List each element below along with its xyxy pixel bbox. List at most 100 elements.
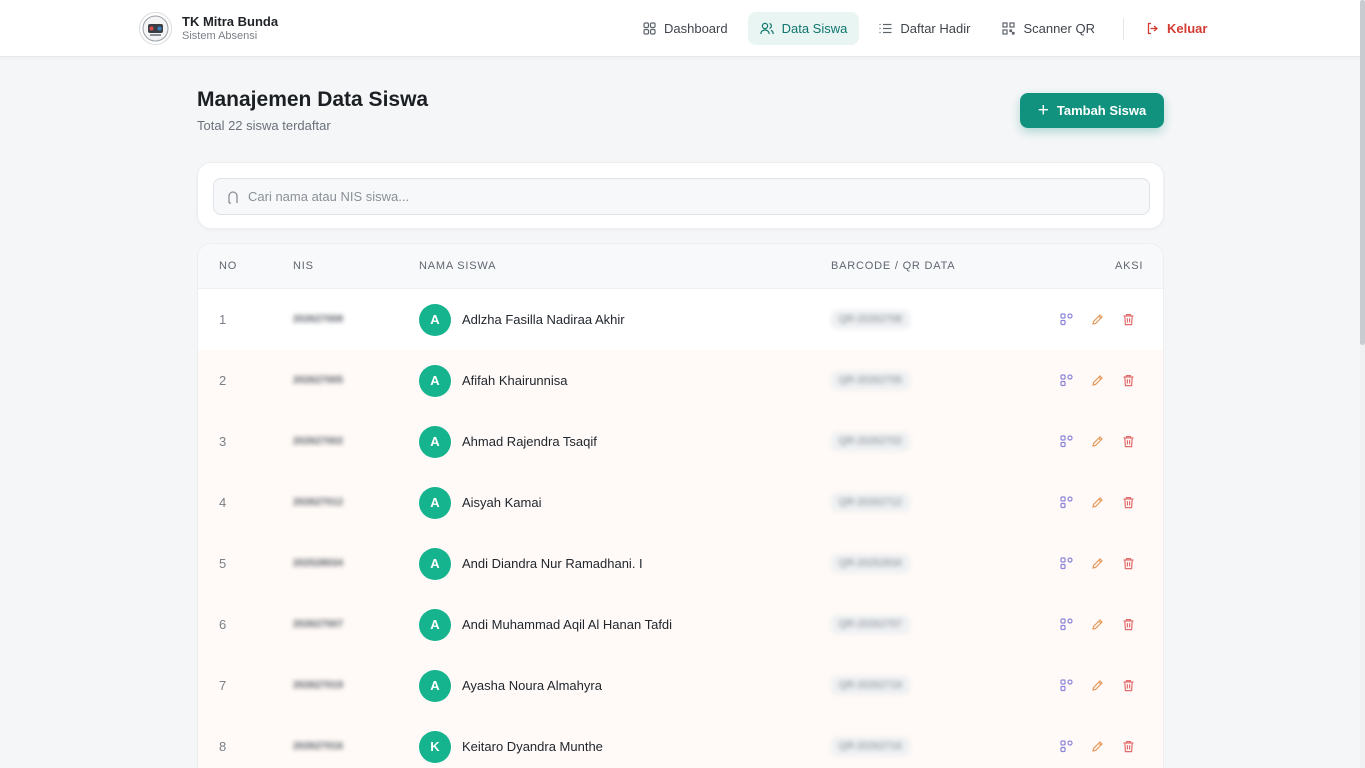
table-row[interactable]: 6 202627007 A Andi Muhammad Aqil Al Hanan T… bbox=[198, 594, 1163, 655]
table-header: NO NIS NAMA SISWA BARCODE / QR DATA AKSI bbox=[198, 244, 1163, 289]
nav-scanner-qr[interactable]: Scanner QR bbox=[990, 12, 1107, 45]
row-actions bbox=[1058, 472, 1151, 533]
qr-data-badge: QR-20262716 bbox=[831, 737, 910, 756]
brand[interactable]: TK Mitra Bunda Sistem Absensi bbox=[139, 12, 278, 45]
view-qr-button[interactable] bbox=[1058, 312, 1074, 328]
plus-icon: + bbox=[1037, 100, 1049, 121]
row-student: K Keitaro Dyandra Munthe bbox=[419, 716, 603, 768]
row-number: 3 bbox=[219, 434, 227, 449]
table-row[interactable]: 4 202627012 A Aisyah Kamai QR-20262712 bbox=[198, 472, 1163, 533]
delete-button[interactable] bbox=[1120, 312, 1136, 328]
search-box[interactable] bbox=[213, 178, 1150, 215]
view-qr-button[interactable] bbox=[1058, 739, 1074, 755]
edit-button[interactable] bbox=[1089, 678, 1105, 694]
qr-code-icon bbox=[1059, 313, 1073, 326]
nav-data-siswa-label: Data Siswa bbox=[781, 21, 848, 36]
view-qr-button[interactable] bbox=[1058, 434, 1074, 450]
table-body: 1 202627008 A Adlzha Fasilla Nadiraa Akhir Q… bbox=[198, 289, 1163, 768]
main-nav: Dashboard Data Siswa Daftar Hadir Scanne… bbox=[631, 12, 1227, 45]
qr-code-icon bbox=[1059, 740, 1073, 753]
avatar: A bbox=[419, 486, 451, 519]
trash-icon bbox=[1123, 680, 1133, 692]
table-row[interactable]: 1 202627008 A Adlzha Fasilla Nadiraa Akhir Q… bbox=[198, 289, 1163, 350]
delete-button[interactable] bbox=[1120, 556, 1136, 572]
row-number: 4 bbox=[219, 495, 227, 510]
search-input[interactable] bbox=[248, 189, 1108, 204]
row-actions bbox=[1058, 716, 1151, 768]
pencil-icon bbox=[1091, 314, 1103, 325]
logout-button[interactable]: Keluar bbox=[1134, 12, 1219, 45]
scrollbar-thumb[interactable] bbox=[1360, 0, 1365, 345]
qr-data-badge: QR-20262705 bbox=[831, 371, 910, 390]
row-number: 7 bbox=[219, 678, 227, 693]
row-nis: 202627002 bbox=[293, 436, 344, 447]
row-nis: 202627008 bbox=[293, 314, 344, 325]
col-no: NO bbox=[219, 260, 238, 272]
table-row[interactable]: 3 202627002 A Ahmad Rajendra Tsaqif QR-20262… bbox=[198, 411, 1163, 472]
row-student: A Ahmad Rajendra Tsaqif bbox=[419, 411, 597, 472]
view-qr-button[interactable] bbox=[1058, 617, 1074, 633]
edit-button[interactable] bbox=[1089, 617, 1105, 633]
pencil-icon bbox=[1091, 619, 1103, 630]
view-qr-button[interactable] bbox=[1058, 495, 1074, 511]
search-icon bbox=[228, 190, 238, 204]
page-scrollbar[interactable] bbox=[1360, 0, 1365, 768]
nav-dashboard[interactable]: Dashboard bbox=[631, 12, 740, 45]
qr-data-badge: QR-20262707 bbox=[831, 615, 910, 634]
row-actions bbox=[1058, 289, 1151, 350]
row-actions bbox=[1058, 655, 1151, 716]
row-student: A Ayasha Noura Almahyra bbox=[419, 655, 602, 716]
logout-label: Keluar bbox=[1166, 21, 1208, 36]
row-student: A Aisyah Kamai bbox=[419, 472, 541, 533]
delete-button[interactable] bbox=[1120, 373, 1136, 389]
nav-daftar-hadir-label: Daftar Hadir bbox=[900, 21, 971, 36]
avatar: A bbox=[419, 547, 451, 580]
table-row[interactable]: 8 202627016 K Keitaro Dyandra Munthe QR-2026… bbox=[198, 716, 1163, 768]
row-number: 5 bbox=[219, 556, 227, 571]
trash-icon bbox=[1123, 314, 1133, 326]
delete-button[interactable] bbox=[1120, 678, 1136, 694]
pencil-icon bbox=[1091, 558, 1103, 569]
nav-data-siswa[interactable]: Data Siswa bbox=[747, 12, 860, 45]
trash-icon bbox=[1123, 436, 1133, 448]
row-nis: 202627019 bbox=[293, 680, 344, 691]
qr-data-badge: QR-20262719 bbox=[831, 676, 910, 695]
trash-icon bbox=[1123, 497, 1133, 509]
users-icon bbox=[759, 22, 774, 35]
view-qr-button[interactable] bbox=[1058, 373, 1074, 389]
qr-data-badge: QR-20262712 bbox=[831, 493, 910, 512]
delete-button[interactable] bbox=[1120, 495, 1136, 511]
student-name: Aisyah Kamai bbox=[462, 495, 542, 510]
avatar: K bbox=[419, 730, 451, 763]
view-qr-button[interactable] bbox=[1058, 678, 1074, 694]
avatar: A bbox=[419, 425, 451, 458]
add-student-button[interactable]: + Tambah Siswa bbox=[1020, 93, 1164, 128]
row-student: A Andi Muhammad Aqil Al Hanan Tafdi bbox=[419, 594, 672, 655]
table-row[interactable]: 2 202627005 A Afifah Khairunnisa QR-20262705 bbox=[198, 350, 1163, 411]
edit-button[interactable] bbox=[1089, 556, 1105, 572]
edit-button[interactable] bbox=[1089, 373, 1105, 389]
delete-button[interactable] bbox=[1120, 434, 1136, 450]
edit-button[interactable] bbox=[1089, 434, 1105, 450]
row-student: A Afifah Khairunnisa bbox=[419, 350, 568, 411]
nav-daftar-hadir[interactable]: Daftar Hadir bbox=[867, 12, 982, 45]
edit-button[interactable] bbox=[1089, 495, 1105, 511]
qr-code-icon bbox=[1059, 374, 1073, 387]
avatar: A bbox=[419, 608, 451, 641]
edit-button[interactable] bbox=[1089, 739, 1105, 755]
pencil-icon bbox=[1091, 375, 1103, 386]
row-actions bbox=[1058, 411, 1151, 472]
row-qr: QR-20262705 bbox=[831, 350, 910, 411]
table-row[interactable]: 7 202627019 A Ayasha Noura Almahyra QR-20262… bbox=[198, 655, 1163, 716]
delete-button[interactable] bbox=[1120, 739, 1136, 755]
logout-icon bbox=[1147, 22, 1158, 35]
table-row[interactable]: 5 202528034 A Andi Diandra Nur Ramadhani. I… bbox=[198, 533, 1163, 594]
edit-button[interactable] bbox=[1089, 312, 1105, 328]
delete-button[interactable] bbox=[1120, 617, 1136, 633]
row-student: A Adlzha Fasilla Nadiraa Akhir bbox=[419, 289, 625, 350]
view-qr-button[interactable] bbox=[1058, 556, 1074, 572]
add-student-label: Tambah Siswa bbox=[1056, 103, 1147, 118]
grid-icon bbox=[643, 22, 656, 35]
row-number: 2 bbox=[219, 373, 227, 388]
row-qr: QR-20262702 bbox=[831, 411, 910, 472]
